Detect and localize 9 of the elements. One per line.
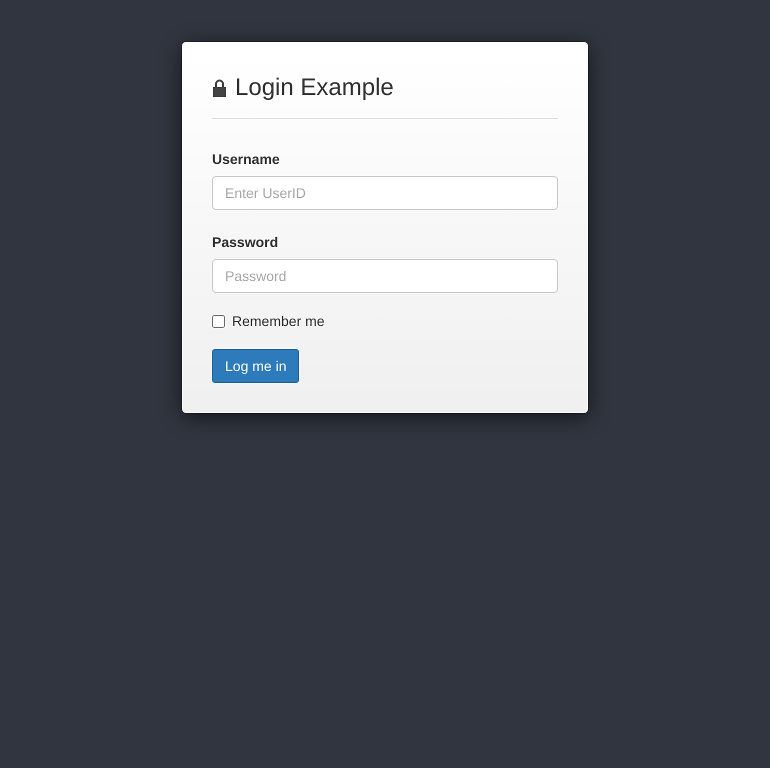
lock-icon <box>212 79 227 97</box>
remember-label: Remember me <box>232 312 325 331</box>
form-title: Login Example <box>235 73 394 103</box>
field-label: Username <box>212 150 281 169</box>
input-field[interactable]: Password <box>212 259 558 293</box>
remember-checkbox[interactable] <box>212 315 225 328</box>
input-field[interactable]: Enter UserID <box>212 176 558 210</box>
field-label: Password <box>212 233 280 252</box>
login-button[interactable]: Log me in <box>212 349 300 383</box>
